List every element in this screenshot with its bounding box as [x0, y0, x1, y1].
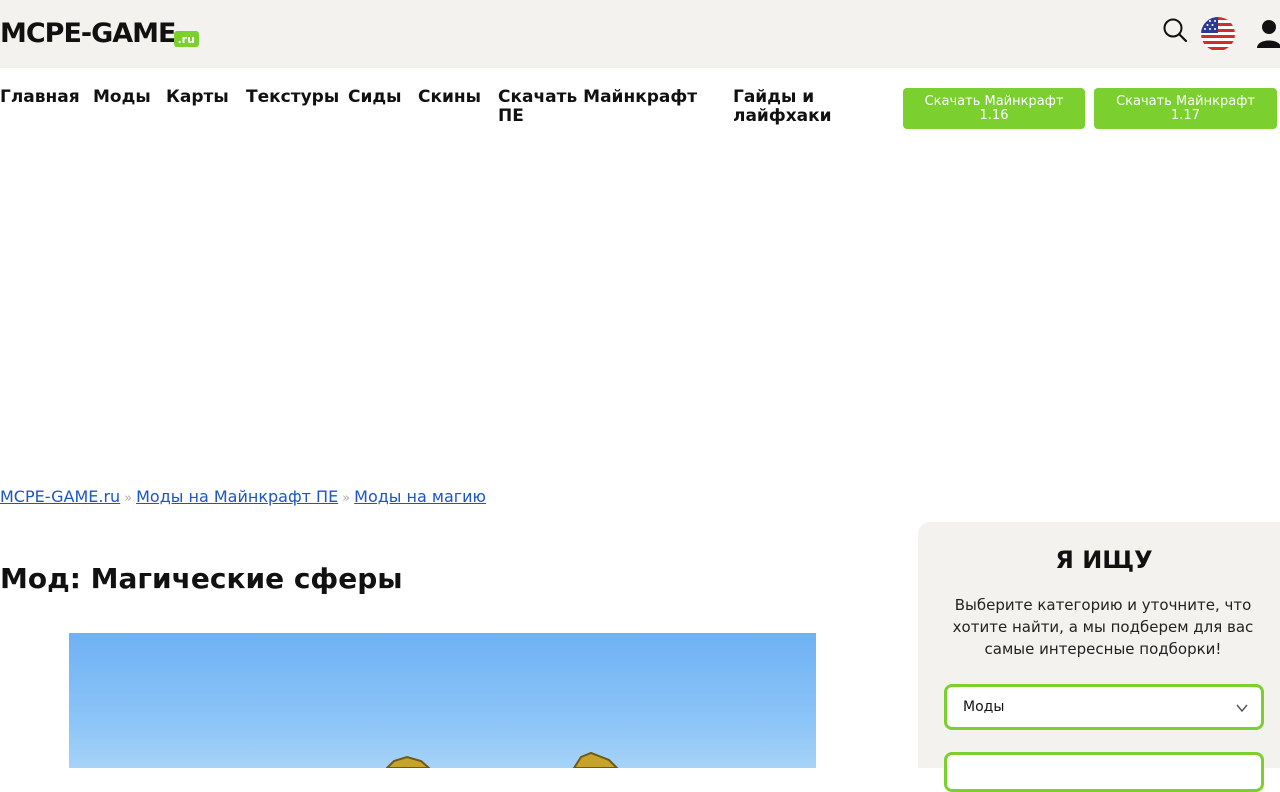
nav-item-download-pe[interactable]: Скачать Майнкрафт ПЕ	[498, 88, 698, 126]
nav-item-guides[interactable]: Гайды и лайфхаки	[733, 88, 843, 126]
logo-suffix: .ru	[173, 31, 199, 47]
breadcrumb-separator: »	[124, 491, 133, 506]
article-hero-image	[69, 633, 816, 768]
nav-item-mods[interactable]: Моды	[93, 88, 151, 107]
search-sidebar: Я ИЩУ Выберите категорию и уточните, что…	[918, 522, 1280, 792]
breadcrumb-mods[interactable]: Моды на Майнкрафт ПЕ	[136, 487, 338, 506]
download-117-button[interactable]: Скачать Майнкрафт 1.17	[1094, 88, 1277, 129]
download-116-line1: Скачать Майнкрафт	[924, 93, 1064, 109]
download-117-line1: Скачать Майнкрафт	[1116, 93, 1255, 109]
category-select-value: Моды	[963, 699, 1005, 715]
breadcrumb-magic-mods[interactable]: Моды на магию	[354, 487, 486, 506]
sidebar-title: Я ИЩУ	[1055, 546, 1153, 574]
download-117-version: 1.17	[1171, 107, 1200, 123]
breadcrumb-home[interactable]: MCPE-GAME.ru	[0, 487, 120, 506]
category-select[interactable]: Моды	[944, 684, 1264, 730]
nav-item-maps[interactable]: Карты	[166, 88, 229, 107]
user-icon[interactable]	[1255, 18, 1280, 48]
sidebar-description: Выберите категорию и уточните, что хотит…	[952, 596, 1254, 658]
breadcrumb: MCPE-GAME.ru» Моды на Майнкрафт ПЕ» Моды н…	[0, 487, 486, 506]
subcategory-select[interactable]	[944, 752, 1264, 792]
site-header: MCPE-GAME .ru	[0, 0, 1280, 68]
nav-item-home[interactable]: Главная	[0, 88, 80, 107]
download-116-version: 1.16	[979, 107, 1009, 123]
nav-item-skins[interactable]: Скины	[418, 88, 481, 107]
nav-item-seeds[interactable]: Сиды	[348, 88, 402, 107]
nav-item-textures[interactable]: Текстуры	[246, 88, 339, 107]
us-flag-icon[interactable]	[1200, 16, 1236, 52]
download-116-button[interactable]: Скачать Майнкрафт 1.16	[903, 88, 1085, 129]
site-logo[interactable]: MCPE-GAME .ru	[0, 18, 199, 50]
page-title: Мод: Магические сферы	[0, 562, 403, 595]
breadcrumb-separator: »	[342, 491, 351, 506]
search-icon[interactable]	[1162, 17, 1188, 43]
hero-scene	[385, 751, 619, 768]
chevron-down-icon	[1236, 704, 1248, 713]
logo-text: MCPE-GAME	[0, 18, 176, 49]
